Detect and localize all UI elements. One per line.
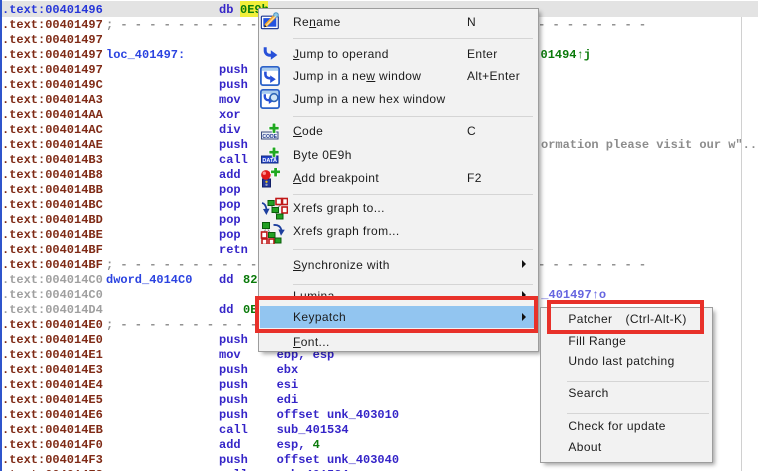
svg-text:DATA: DATA	[262, 158, 277, 164]
svg-text:CODE: CODE	[262, 134, 277, 140]
